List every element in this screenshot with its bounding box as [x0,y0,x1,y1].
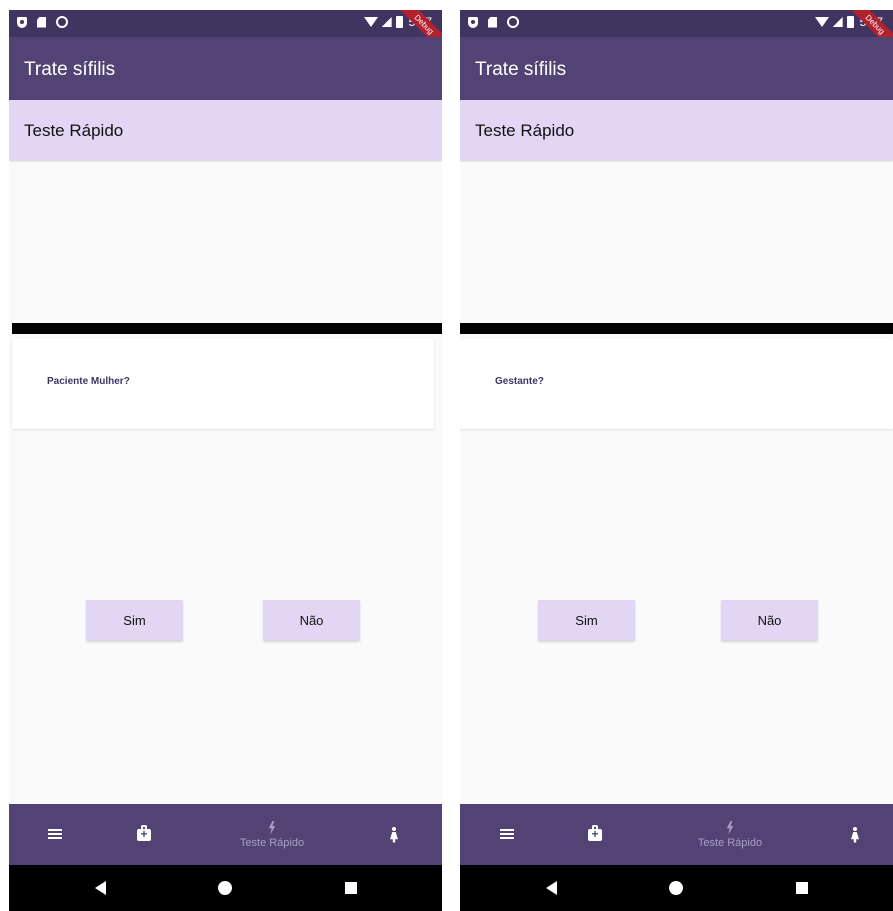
question-text: Paciente Mulher? [47,376,130,387]
recent-apps-icon[interactable] [345,882,357,894]
signal-icon [381,17,392,27]
nav-item-treatment[interactable] [124,804,164,865]
back-icon[interactable] [95,881,106,895]
question-text: Gestante? [495,376,544,387]
battery-icon [846,16,854,28]
nav-item-menu[interactable] [35,804,75,865]
signal-icon [832,17,843,27]
nav-label-teste-rapido: Teste Rápido [239,836,305,849]
status-icons-left [17,16,68,28]
section-header: Teste Rápido [460,100,893,160]
app-title: Trate sífilis [24,59,116,80]
bottom-navigation: Teste Rápido [9,804,442,865]
status-bar: 5:47 Debug [9,10,442,58]
section-title: Teste Rápido [24,121,124,140]
nav-label-teste-rapido: Teste Rápido [697,836,763,849]
nav-item-treatment[interactable] [575,804,615,865]
status-bar: 5:47 Debug [460,10,893,58]
system-navigation-bar [9,865,442,911]
woman-icon [390,826,398,843]
section-title: Teste Rápido [475,121,575,140]
sync-ring-icon [507,16,519,28]
woman-icon [851,826,859,843]
no-button[interactable]: Não [721,600,818,640]
phone-screen-left: 5:47 Debug Trate sífilis Teste Rápido Pa… [9,10,442,911]
wifi-icon [814,17,829,27]
question-card: Gestante? [460,339,893,429]
divider-bar [12,323,442,334]
recent-apps-icon[interactable] [796,882,808,894]
nav-item-teste-rapido[interactable]: Teste Rápido [212,804,332,865]
shield-icon [17,16,27,28]
medical-kit-icon [588,824,602,841]
divider-bar [460,323,893,334]
bolt-icon [268,820,276,835]
back-icon[interactable] [546,881,557,895]
bolt-icon [726,820,734,835]
sd-card-icon [488,16,497,28]
sync-ring-icon [56,16,68,28]
app-bar: Trate sífilis [460,37,893,100]
system-navigation-bar [460,865,893,911]
phone-screen-right: 5:47 Debug Trate sífilis Teste Rápido Ge… [460,10,893,911]
no-button[interactable]: Não [263,600,360,640]
bottom-navigation: Teste Rápido [460,804,893,865]
wifi-icon [363,17,378,27]
home-icon[interactable] [669,881,683,895]
status-icons-left [468,16,519,28]
home-icon[interactable] [218,881,232,895]
nav-item-menu[interactable] [487,804,527,865]
question-card: Paciente Mulher? [12,339,434,429]
medical-kit-icon [137,824,151,841]
shield-icon [468,16,478,28]
battery-icon [395,16,403,28]
nav-item-gestante[interactable] [374,804,414,865]
nav-item-teste-rapido[interactable]: Teste Rápido [670,804,790,865]
app-bar: Trate sífilis [9,37,442,100]
menu-icon [48,829,62,840]
app-title: Trate sífilis [475,59,567,80]
menu-icon [500,829,514,840]
nav-item-gestante[interactable] [835,804,875,865]
section-header: Teste Rápido [9,100,442,160]
yes-button[interactable]: Sim [86,600,183,640]
sd-card-icon [37,16,46,28]
yes-button[interactable]: Sim [538,600,635,640]
